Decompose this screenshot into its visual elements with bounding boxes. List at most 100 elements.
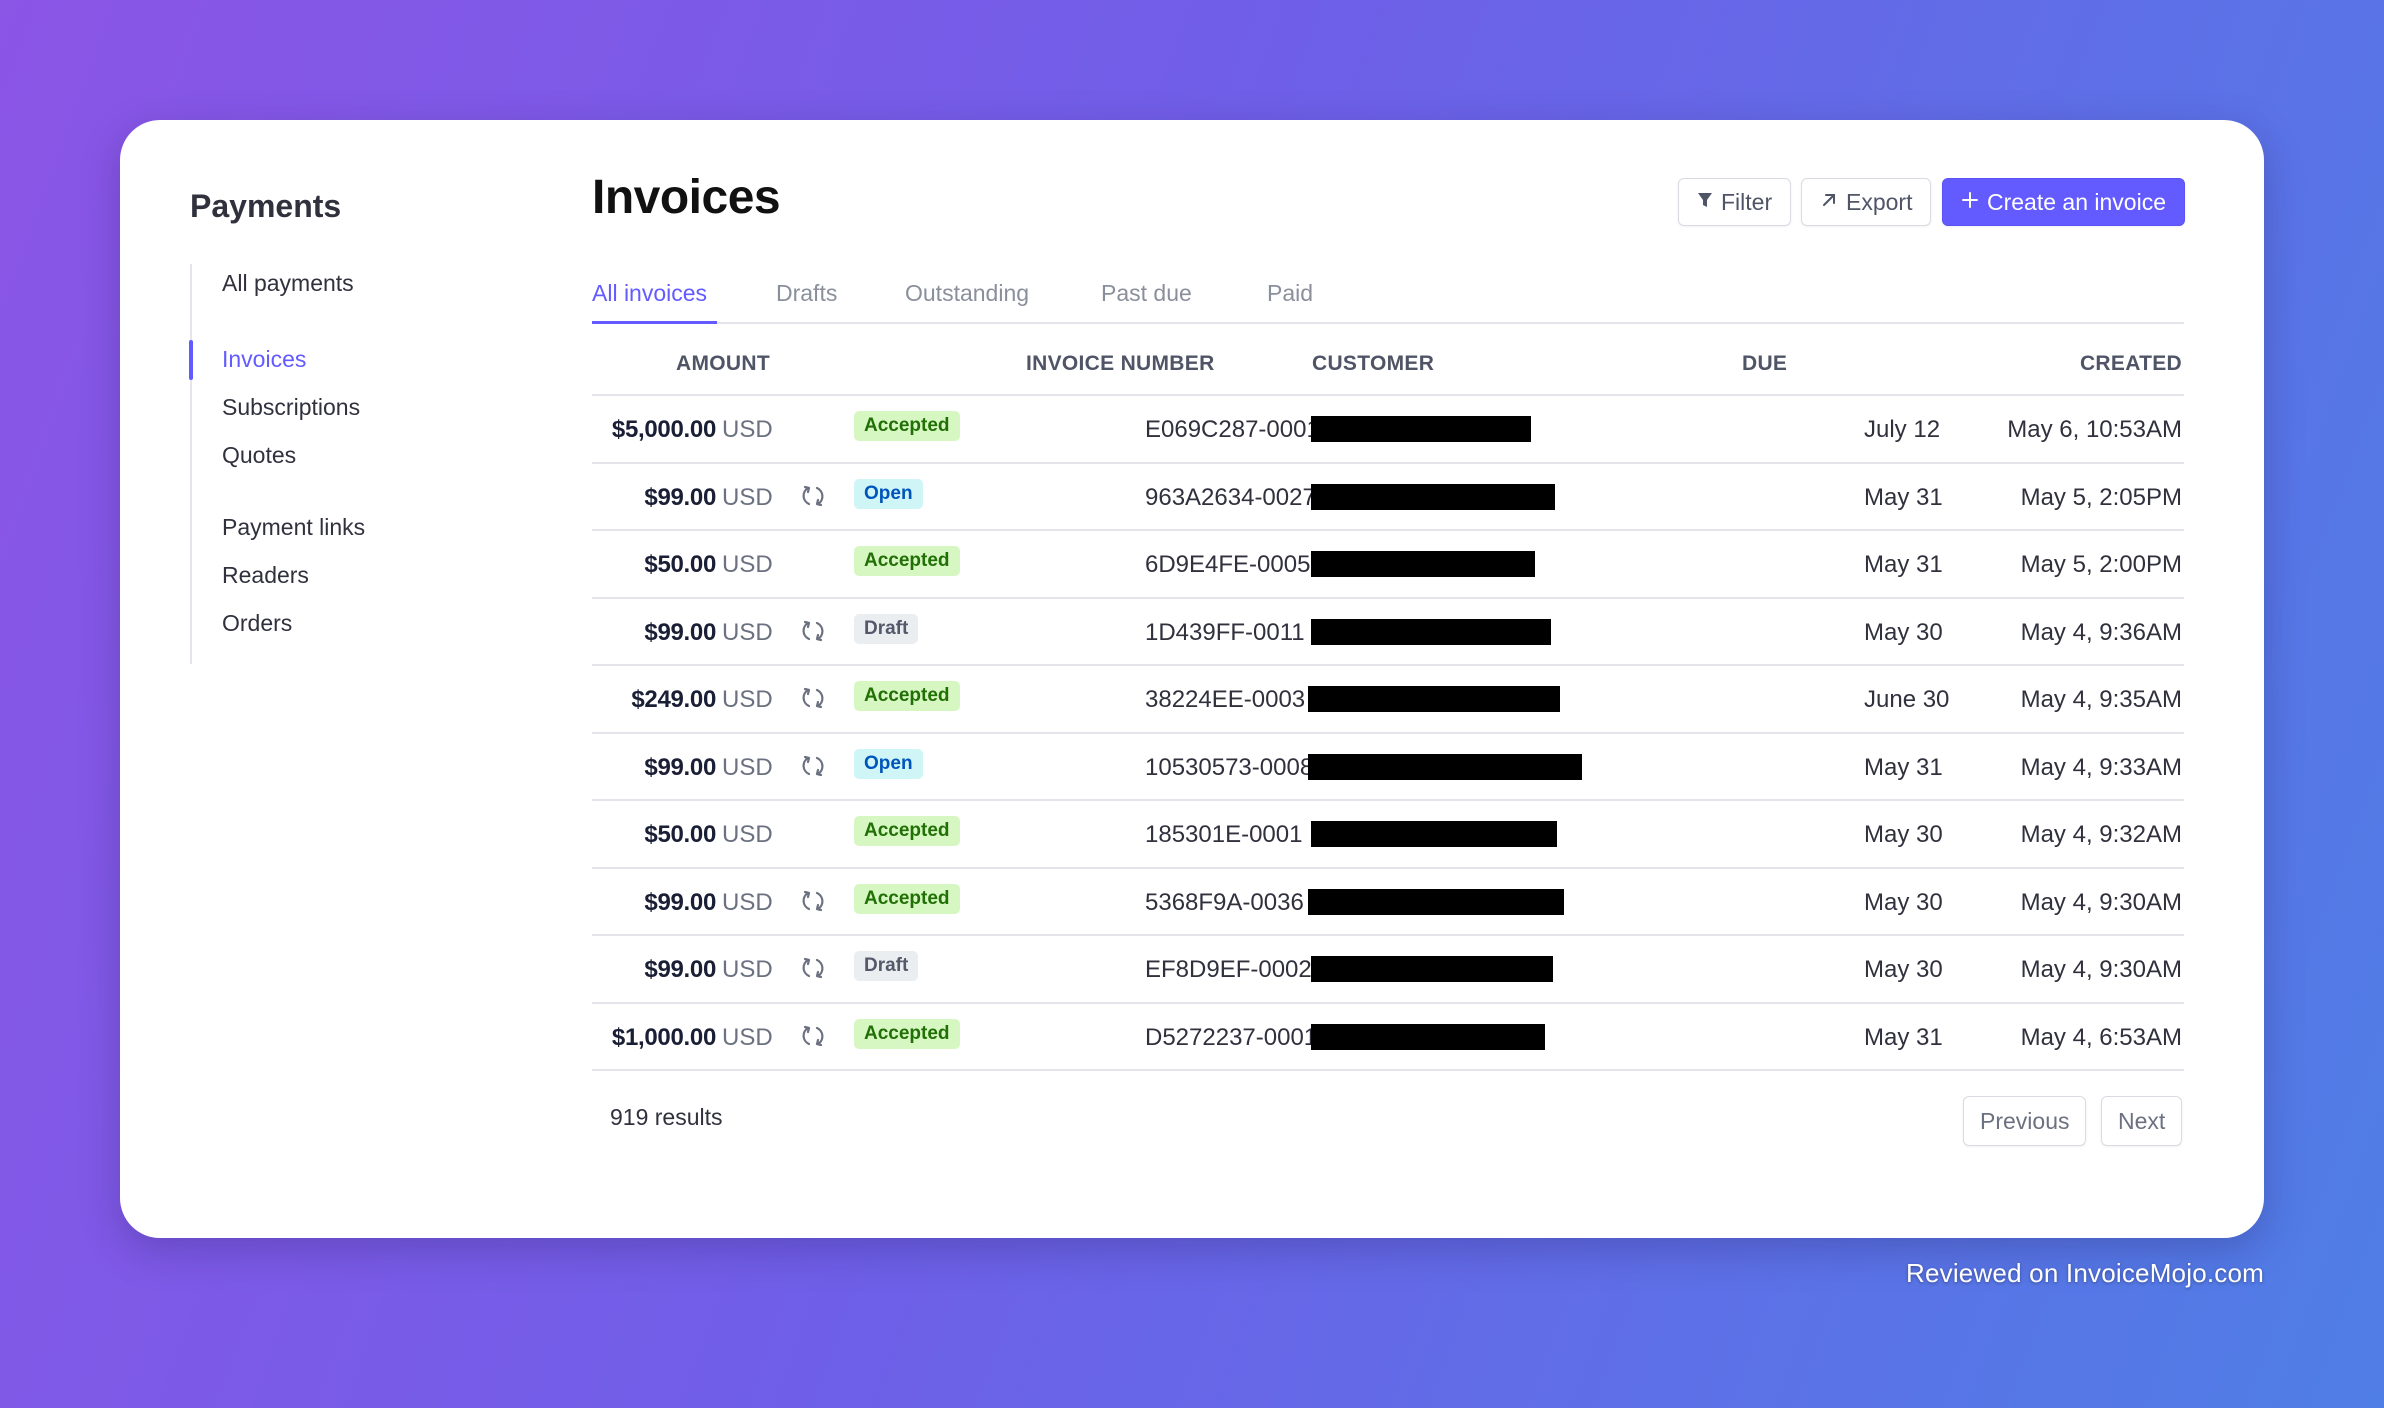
customer-redacted (1308, 686, 1560, 712)
amount: $50.00 (644, 551, 716, 578)
sidebar-item-orders[interactable]: Orders (222, 610, 292, 637)
tab-paid[interactable]: Paid (1267, 280, 1313, 307)
invoice-number: D5272237-0001 (1145, 1023, 1318, 1051)
create-invoice-label: Create an invoice (1987, 188, 2166, 215)
next-button[interactable]: Next (2101, 1096, 2183, 1146)
sidebar-item-quotes[interactable]: Quotes (222, 442, 296, 469)
created-date: May 4, 9:35AM (2020, 686, 2182, 713)
table-row[interactable]: $99.00 USD Open 10530573-0008 May 31 May 4, 9… (592, 734, 2184, 801)
amount: $99.00 (644, 888, 716, 916)
amount: $99.00 (644, 753, 716, 781)
customer-redacted (1311, 483, 1555, 510)
recurring-icon (800, 888, 826, 914)
amount: $99.00 (644, 956, 716, 983)
sidebar-item-subscriptions[interactable]: Subscriptions (222, 394, 360, 421)
table-row[interactable]: $5,000.00 USD Accepted E069C287-0001 July 12… (592, 396, 2184, 464)
invoice-tabs: All invoices Drafts Outstanding Past due… (592, 260, 2184, 324)
customer-redacted (1311, 956, 1553, 982)
due-date: May 31 (1864, 483, 1943, 511)
invoice-number: EF8D9EF-0002 (1145, 956, 1312, 983)
invoice-number: 1D439FF-0011 (1145, 618, 1305, 646)
invoice-number: 963A2634-0027 (1145, 483, 1316, 511)
customer-redacted (1308, 888, 1564, 915)
customer-redacted (1311, 821, 1557, 847)
arrow-up-right-icon (1820, 191, 1838, 213)
tab-all-invoices[interactable]: All invoices (592, 280, 707, 307)
due-date: May 31 (1864, 753, 1943, 781)
created-date: May 4, 9:33AM (2020, 753, 2182, 781)
invoice-number: 5368F9A-0036 (1145, 888, 1304, 916)
table-row[interactable]: $99.00 USD Accepted 5368F9A-0036 May 30 May 4… (592, 869, 2184, 936)
customer-redacted (1311, 551, 1535, 577)
currency: USD (722, 416, 773, 443)
status-badge: Draft (854, 951, 919, 981)
due-date: May 30 (1864, 956, 1943, 983)
created-date: May 4, 9:36AM (2020, 618, 2182, 646)
currency: USD (722, 686, 773, 713)
column-header-customer[interactable]: CUSTOMER (1312, 352, 1434, 376)
customer-redacted (1311, 416, 1531, 442)
created-date: May 4, 9:32AM (2020, 821, 2182, 848)
currency: USD (722, 753, 773, 781)
table-row[interactable]: $50.00 USD Accepted 185301E-0001 May 30 May 4… (592, 801, 2184, 869)
main-card: Payments All payments Invoices Subscript… (120, 120, 2264, 1238)
currency: USD (722, 618, 773, 646)
sidebar-rail (190, 264, 192, 664)
status-badge: Accepted (854, 816, 960, 846)
filter-icon (1697, 191, 1713, 213)
column-header-invoice-number[interactable]: INVOICE NUMBER (1026, 352, 1215, 376)
status-badge: Open (854, 748, 923, 779)
currency: USD (722, 821, 773, 848)
sidebar-item-payment-links[interactable]: Payment links (222, 514, 365, 541)
recurring-icon (800, 685, 826, 711)
filter-button[interactable]: Filter (1678, 178, 1792, 226)
currency: USD (722, 1023, 773, 1051)
sidebar-item-invoices[interactable]: Invoices (222, 346, 306, 373)
tab-drafts[interactable]: Drafts (776, 280, 837, 307)
currency: USD (722, 551, 773, 578)
recurring-icon (800, 955, 826, 981)
created-date: May 4, 9:30AM (2020, 888, 2182, 916)
customer-redacted (1311, 618, 1551, 645)
invoice-number: 38224EE-0003 (1145, 686, 1306, 713)
table-row[interactable]: $249.00 USD Accepted 38224EE-0003 June 30 May… (592, 666, 2184, 734)
status-badge: Accepted (854, 681, 960, 711)
table-row[interactable]: $99.00 USD Draft 1D439FF-0011 May 30 May 4, 9… (592, 599, 2184, 666)
sidebar-title: Payments (190, 188, 342, 224)
created-date: May 4, 9:30AM (2020, 956, 2182, 983)
table-row[interactable]: $99.00 USD Open 963A2634-0027 May 31 May 5, 2… (592, 464, 2184, 531)
amount: $50.00 (644, 821, 716, 848)
amount: $99.00 (644, 618, 716, 646)
due-date: May 31 (1864, 551, 1943, 578)
amount: $99.00 (644, 483, 716, 511)
sidebar-item-all-payments[interactable]: All payments (222, 270, 354, 297)
column-header-due[interactable]: DUE (1742, 352, 1787, 376)
export-button[interactable]: Export (1801, 178, 1932, 226)
recurring-icon (800, 1023, 826, 1049)
table-row[interactable]: $1,000.00 USD Accepted D5272237-0001 May 31 M… (592, 1004, 2184, 1071)
invoices-table: AMOUNT INVOICE NUMBER CUSTOMER DUE CREAT… (592, 330, 2184, 1071)
invoice-number: 185301E-0001 (1145, 821, 1303, 848)
customer-redacted (1311, 1023, 1545, 1050)
tab-outstanding[interactable]: Outstanding (905, 280, 1029, 307)
create-invoice-button[interactable]: Create an invoice (1942, 178, 2185, 226)
due-date: May 30 (1864, 618, 1943, 646)
column-header-amount[interactable]: AMOUNT (676, 352, 770, 376)
amount: $1,000.00 (611, 1023, 716, 1051)
previous-button[interactable]: Previous (1963, 1096, 2087, 1146)
table-row[interactable]: $50.00 USD Accepted 6D9E4FE-0005 May 31 May 5… (592, 531, 2184, 599)
invoice-number: 6D9E4FE-0005 (1145, 551, 1311, 578)
column-header-created[interactable]: CREATED (2080, 352, 2182, 376)
tab-past-due[interactable]: Past due (1101, 280, 1192, 307)
plus-icon (1961, 191, 1979, 213)
due-date: May 30 (1864, 821, 1943, 848)
amount: $5,000.00 (611, 416, 716, 443)
status-badge: Accepted (854, 883, 960, 914)
export-label: Export (1846, 188, 1913, 215)
status-badge: Accepted (854, 1018, 960, 1049)
invoice-number: 10530573-0008 (1145, 753, 1314, 781)
currency: USD (722, 888, 773, 916)
sidebar-item-readers[interactable]: Readers (222, 562, 309, 589)
table-row[interactable]: $99.00 USD Draft EF8D9EF-0002 May 30 May 4, 9… (592, 936, 2184, 1004)
filter-label: Filter (1721, 188, 1773, 215)
